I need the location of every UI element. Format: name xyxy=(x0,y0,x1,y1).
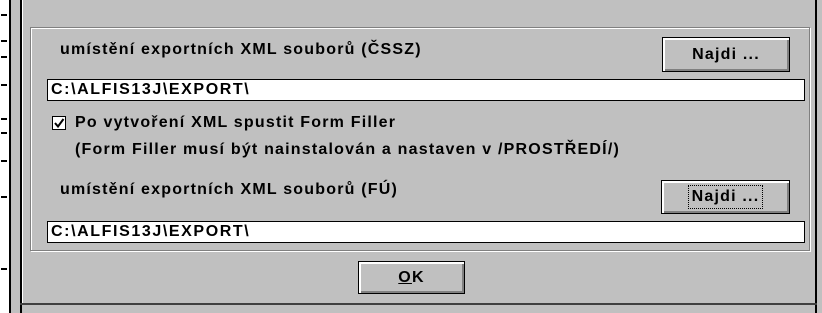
background-mark xyxy=(1,118,7,120)
form-filler-note: (Form Filler musí být nainstalován a nas… xyxy=(75,141,620,158)
background-mark xyxy=(1,84,7,86)
background-window-border xyxy=(9,0,11,313)
background-mark xyxy=(1,160,7,162)
cssz-browse-button[interactable]: Najdi ... xyxy=(662,37,790,72)
form-filler-label: Po vytvoření XML spustit Form Filler xyxy=(75,114,397,131)
dialog-frame-left-highlight xyxy=(22,0,23,303)
cssz-browse-label: Najdi ... xyxy=(692,45,760,63)
cssz-path-input[interactable] xyxy=(47,79,805,101)
background-mark xyxy=(1,268,7,270)
background-mark xyxy=(1,196,7,198)
fu-browse-label: Najdi ... xyxy=(687,185,764,209)
ok-label: OK xyxy=(398,268,425,286)
checkmark-icon xyxy=(54,118,65,129)
fu-browse-button[interactable]: Najdi ... xyxy=(661,180,790,214)
dialog-frame-right xyxy=(815,0,817,313)
background-window-edge xyxy=(0,0,9,313)
background-mark xyxy=(1,56,7,58)
background-mark xyxy=(1,14,7,16)
ok-button[interactable]: OK xyxy=(358,261,465,294)
background-mark xyxy=(1,40,7,42)
form-filler-checkbox[interactable] xyxy=(52,116,66,130)
fu-path-input[interactable] xyxy=(47,221,805,243)
dialog-frame-bottom xyxy=(20,303,817,305)
background-mark xyxy=(1,132,7,134)
fu-location-label: umístění exportních XML souborů (FÚ) xyxy=(60,181,399,198)
cssz-location-label: umístění exportních XML souborů (ČSSZ) xyxy=(60,41,422,58)
